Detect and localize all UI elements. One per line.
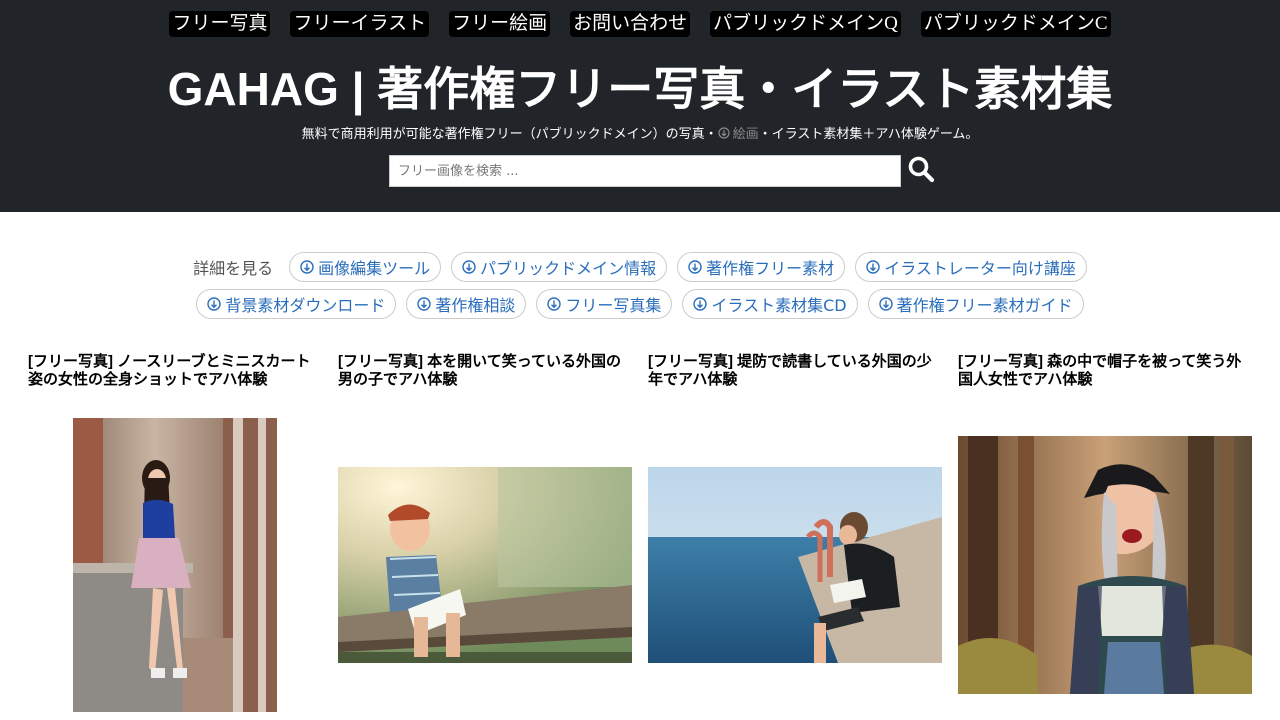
tag-label: 著作権フリー素材ガイド [896, 296, 1073, 315]
tag-copyright-free-guide[interactable]: 著作権フリー素材ガイド [867, 289, 1084, 319]
tagline-link[interactable]: 絵画 [717, 127, 759, 145]
tag-copyright-consult[interactable]: 著作権相談 [406, 289, 527, 319]
nav-free-illustrations[interactable]: フリーイラスト [290, 11, 430, 37]
circle-arrow-icon [688, 260, 702, 274]
nav-free-paintings[interactable]: フリー絵画 [449, 11, 551, 37]
circle-arrow-icon [717, 127, 730, 145]
photo-card[interactable]: [フリー写真] 本を開いて笑っている外国の男の子でアハ体験 [338, 353, 632, 393]
tag-illustration-cd[interactable]: イラスト素材集CD [682, 289, 858, 319]
circle-arrow-icon [878, 297, 893, 311]
photo-thumbnail-woman-miniskirt[interactable] [73, 418, 277, 712]
nav-free-photos[interactable]: フリー写真 [169, 11, 271, 37]
circle-arrow-icon [207, 297, 222, 311]
tag-label: 背景素材ダウンロード [225, 296, 386, 315]
nav-public-domain-c[interactable]: パブリックドメインC [920, 11, 1111, 37]
tag-image-editing-tools[interactable]: 画像編集ツール [289, 252, 442, 282]
photo-card[interactable]: [フリー写真] 堤防で読書している外国の少年でアハ体験 [648, 353, 942, 393]
tagline-text-after: ・イラスト素材集＋アハ体験ゲーム。 [758, 127, 979, 142]
tag-label: フリー写真集 [565, 296, 662, 315]
tag-label: 著作権フリー素材 [706, 259, 835, 278]
tag-illustrator-course[interactable]: イラストレーター向け講座 [855, 252, 1087, 282]
search-form [389, 155, 938, 187]
tag-public-domain-info[interactable]: パブリックドメイン情報 [451, 252, 668, 282]
photo-card-title[interactable]: [フリー写真] 本を開いて笑っている外国の男の子でアハ体験 [338, 353, 632, 393]
search-button[interactable] [904, 155, 938, 187]
tag-row-1: 詳細を見る 画像編集ツール パブリックドメイン情報 著作権フリー素材 イラストレ… [0, 252, 1280, 282]
circle-arrow-icon [417, 297, 432, 311]
tag-label: パブリックドメイン情報 [480, 259, 657, 278]
photo-card-title[interactable]: [フリー写真] 堤防で読書している外国の少年でアハ体験 [648, 353, 942, 393]
photo-thumbnail-laughing-boy-book[interactable] [338, 467, 632, 663]
photo-card-title[interactable]: [フリー写真] ノースリーブとミニスカート姿の女性の全身ショットでアハ体験 [28, 353, 322, 393]
photo-card[interactable]: [フリー写真] ノースリーブとミニスカート姿の女性の全身ショットでアハ体験 [28, 353, 322, 393]
site-header: フリー写真 フリーイラスト フリー絵画 お問い合わせ パブリックドメインQ パブ… [0, 0, 1280, 212]
tag-label: 著作権相談 [435, 296, 516, 315]
circle-arrow-icon [300, 260, 314, 274]
nav-public-domain-q[interactable]: パブリックドメインQ [710, 11, 901, 37]
tags-lead-label: 詳細を見る [193, 259, 274, 278]
tagline-link-label: 絵画 [732, 127, 759, 142]
related-tags: 詳細を見る 画像編集ツール パブリックドメイン情報 著作権フリー素材 イラストレ… [0, 252, 1280, 326]
tag-background-download[interactable]: 背景素材ダウンロード [196, 289, 397, 319]
site-title[interactable]: GAHAG | 著作権フリー写真・イラスト素材集 [0, 60, 1280, 118]
search-input[interactable] [389, 155, 901, 187]
site-tagline: 無料で商用利用が可能な著作権フリー（パブリックドメイン）の写真・ 絵画・イラスト素… [0, 126, 1280, 145]
tag-label: 画像編集ツール [318, 259, 431, 278]
tag-free-photo-collection[interactable]: フリー写真集 [536, 289, 673, 319]
tag-label: イラスト素材集CD [711, 296, 847, 315]
tag-label: イラストレーター向け講座 [884, 259, 1076, 278]
top-nav: フリー写真 フリーイラスト フリー絵画 お問い合わせ パブリックドメインQ パブ… [0, 11, 1280, 37]
search-icon [907, 155, 935, 187]
circle-arrow-icon [547, 297, 562, 311]
circle-arrow-icon [462, 260, 476, 274]
tag-copyright-free-material[interactable]: 著作権フリー素材 [677, 252, 846, 282]
photo-card[interactable]: [フリー写真] 森の中で帽子を被って笑う外国人女性でアハ体験 [958, 353, 1252, 393]
circle-arrow-icon [866, 260, 880, 274]
photo-thumbnail-woman-hat-forest[interactable] [958, 436, 1252, 694]
photo-thumbnail-boy-reading-pier[interactable] [648, 467, 942, 663]
photo-card-title[interactable]: [フリー写真] 森の中で帽子を被って笑う外国人女性でアハ体験 [958, 353, 1252, 393]
circle-arrow-icon [693, 297, 708, 311]
tagline-text-before: 無料で商用利用が可能な著作権フリー（パブリックドメイン）の写真・ [301, 127, 718, 142]
nav-contact[interactable]: お問い合わせ [570, 11, 691, 37]
tag-row-2: 背景素材ダウンロード 著作権相談 フリー写真集 イラスト素材集CD 著作権フリー… [0, 289, 1280, 319]
